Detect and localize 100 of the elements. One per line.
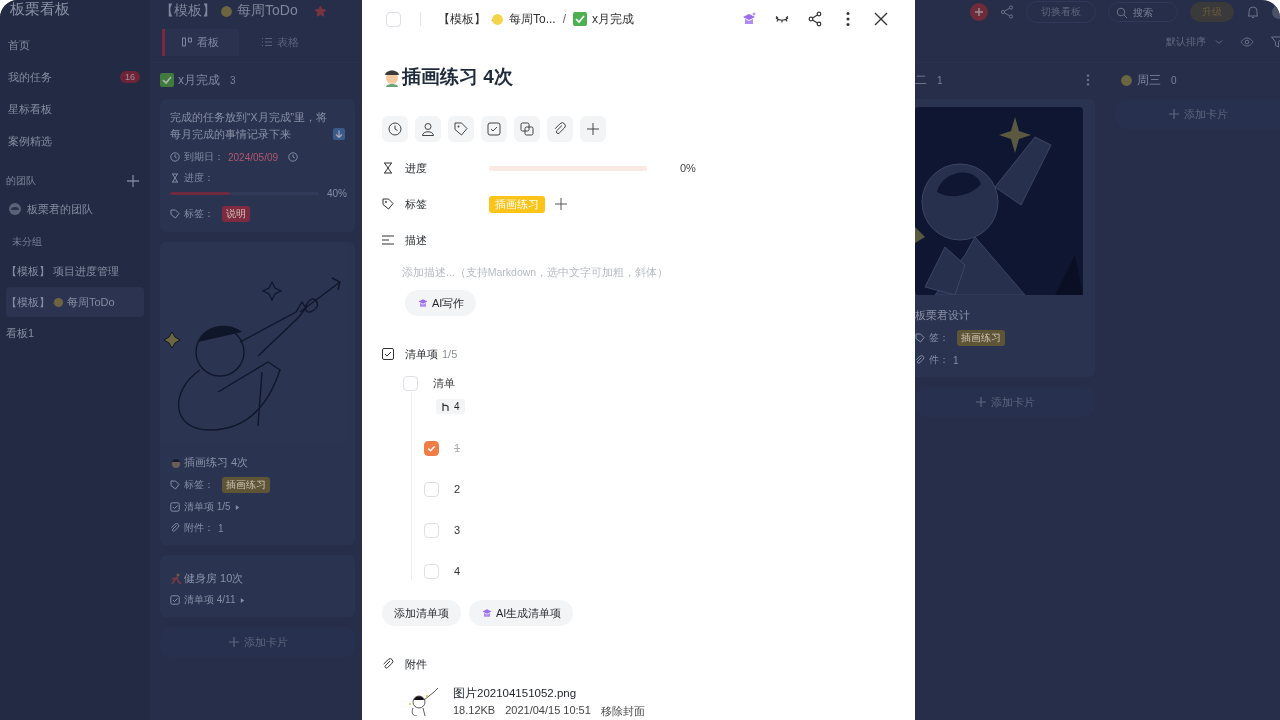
field-label: 清单项 <box>405 346 438 362</box>
bell-icon[interactable] <box>1246 5 1260 19</box>
tag-button[interactable] <box>448 116 474 142</box>
filter-icon[interactable] <box>1270 35 1280 49</box>
column-title: 周三 <box>1137 71 1161 89</box>
down-arrow-icon <box>333 128 345 140</box>
subitem-count[interactable]: 4 <box>436 399 465 414</box>
tag-icon <box>382 198 394 210</box>
sidebar-item[interactable]: 星标看板 <box>6 93 150 125</box>
sidebar-item[interactable]: 首页 <box>6 29 150 61</box>
ai-write-button[interactable]: AI写作 <box>405 290 477 316</box>
task-card[interactable]: 健身房 10次 清单项 4/11 <box>160 555 355 617</box>
paperclip-icon <box>915 355 925 365</box>
field-label: 标签： <box>184 478 214 492</box>
attach-button[interactable] <box>547 116 573 142</box>
column-title: 二 <box>915 71 927 89</box>
paperclip-icon <box>170 523 180 533</box>
checklist-count: 1/5 <box>442 348 458 360</box>
star-icon[interactable] <box>313 4 327 18</box>
share-icon[interactable] <box>807 11 823 27</box>
check-icon <box>160 73 174 87</box>
sidebar-item[interactable]: 案例精选 <box>6 125 150 157</box>
column-title: x月完成 <box>178 71 220 89</box>
checkbox-icon <box>170 502 180 512</box>
progress-percent: 40% <box>327 188 347 199</box>
field-label: 附件： <box>184 521 214 535</box>
checkbox-icon <box>382 348 394 360</box>
tag: 插画练习 <box>222 477 270 493</box>
breadcrumb-separator: / <box>562 12 567 26</box>
breadcrumb-link[interactable]: 每周To... <box>509 10 556 28</box>
caret-icon[interactable] <box>239 597 245 603</box>
task-card[interactable]: 板栗君设计 签： 插画练习 件： 1 <box>915 99 1095 377</box>
due-date: 2024/05/09 <box>228 151 279 163</box>
text-lines-icon <box>382 234 394 246</box>
checklist-item: 清单 <box>433 375 455 391</box>
copy-button[interactable] <box>514 116 540 142</box>
list-icon <box>261 36 273 48</box>
ai-checklist-button[interactable]: AI生成清单项 <box>469 600 574 626</box>
field-label: 进度 <box>405 160 428 176</box>
artist-icon <box>170 456 182 469</box>
plus-icon[interactable] <box>126 174 140 188</box>
file-size: 18.12KB <box>453 704 496 718</box>
team-name[interactable]: 板栗君的团队 <box>27 201 93 217</box>
check-icon <box>573 12 588 26</box>
board-item[interactable]: 【模板】 每周ToDo <box>6 287 144 317</box>
board-title: 【模板】 <box>160 2 216 20</box>
eye-icon[interactable] <box>1240 35 1254 49</box>
person-icon <box>421 122 435 136</box>
add-icon[interactable] <box>970 3 988 21</box>
paperclip-icon <box>553 122 567 136</box>
task-card[interactable]: 插画练习 4次 标签： 插画练习 清单项 1/5 附件： 1 <box>160 242 355 545</box>
checklist-checkbox[interactable] <box>424 440 439 456</box>
task-card[interactable]: 完成的任务放到“X月完成”里，将每月完成的事情记录下来 到期日： 2024/05/09 进度： 40% 标签： 说明 <box>160 99 355 232</box>
add-checklist-button[interactable]: 添加清单项 <box>382 600 461 626</box>
paperclip-icon <box>382 658 394 670</box>
task-title: 插画练习 4次 <box>402 65 513 89</box>
plus-icon[interactable] <box>555 198 567 210</box>
breadcrumb-link[interactable]: 【模板】 <box>438 10 486 28</box>
done-checkbox[interactable] <box>386 11 401 27</box>
card-title: 健身房 10次 <box>184 571 244 586</box>
copy-icon <box>520 122 534 136</box>
hourglass-icon <box>382 162 394 174</box>
field-label: 描述 <box>405 232 428 248</box>
file-name[interactable]: 图片202104151052.png <box>453 686 645 701</box>
date-button[interactable] <box>382 116 408 142</box>
clock-icon <box>288 152 299 162</box>
board-item[interactable]: 【模板】 项目进度管理 <box>6 256 144 286</box>
card-title: 板栗君设计 <box>915 308 970 323</box>
card-count: 0 <box>1171 74 1177 86</box>
view-tab[interactable]: 看板 <box>162 28 239 56</box>
attachment-count: 1 <box>218 522 224 534</box>
checklist-item: 1 <box>454 442 461 454</box>
checklist-button[interactable] <box>481 116 507 142</box>
checkbox-icon <box>170 595 180 605</box>
checkbox-icon <box>487 122 501 136</box>
count-badge: 16 <box>120 71 140 83</box>
tag: 插画练习 <box>957 330 1005 346</box>
search-field[interactable]: 搜索 <box>1108 2 1178 22</box>
field-label: 标签： <box>184 207 214 221</box>
checklist-count: 清单项 1/5 <box>184 500 231 514</box>
ai-hat-icon <box>417 297 429 309</box>
checklist-count: 清单项 4/11 <box>184 593 236 607</box>
runner-icon <box>170 572 182 585</box>
breadcrumb-link[interactable]: x月完成 <box>592 10 635 28</box>
sidebar-item[interactable]: 我的任务 16 <box>6 61 150 93</box>
progress-percent: 0% <box>680 162 696 174</box>
checklist-item: 2 <box>454 483 461 495</box>
plus-icon <box>1167 108 1180 120</box>
search-icon <box>1116 7 1128 19</box>
ai-hat-icon[interactable] <box>741 11 757 27</box>
add-button[interactable] <box>580 116 606 142</box>
caret-icon[interactable] <box>234 504 240 510</box>
hourglass-icon <box>170 173 180 183</box>
remove-cover-link[interactable]: 移除封面 <box>600 704 645 719</box>
board-item[interactable]: 看板1 <box>6 318 144 348</box>
ai-hat-icon <box>481 607 493 619</box>
tag-icon <box>915 333 925 343</box>
close-icon[interactable] <box>873 11 889 27</box>
card-count: 1 <box>937 74 943 86</box>
member-button[interactable] <box>415 116 441 142</box>
